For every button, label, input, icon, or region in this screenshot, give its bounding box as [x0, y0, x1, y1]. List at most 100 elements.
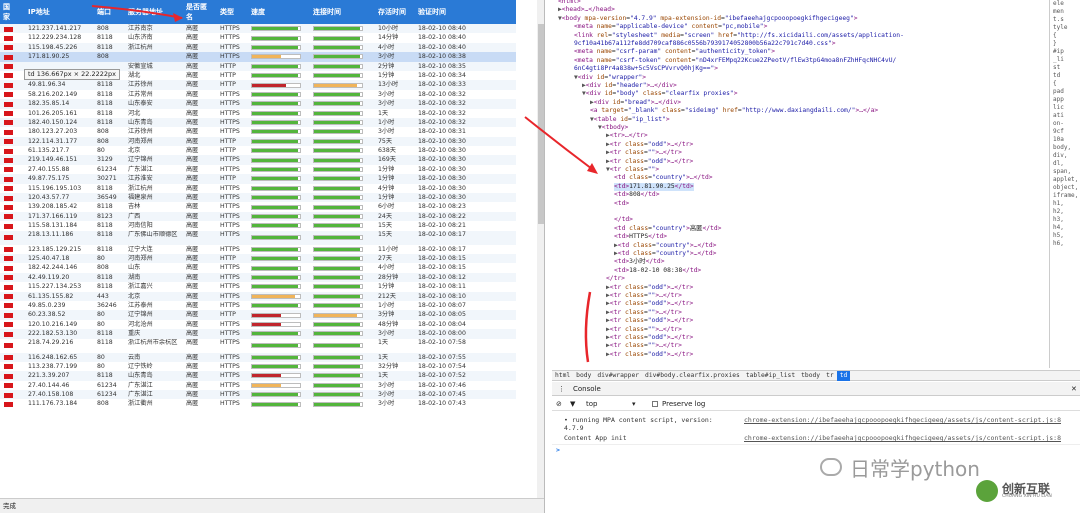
breadcrumb-item[interactable]: td — [836, 371, 851, 381]
cell-location[interactable]: 广东湛江 — [128, 165, 184, 174]
dom-node-line[interactable]: ▶<td class="country">…</td> — [614, 242, 716, 250]
dom-node-line[interactable]: <td>18-02-10 08:38</td> — [614, 267, 701, 275]
dom-node-line[interactable]: ▶<tr class="odd">…</tr> — [606, 300, 693, 308]
breadcrumb-item[interactable]: table#ip_list — [743, 371, 798, 381]
cell-location[interactable]: 河南郑州 — [128, 254, 184, 263]
dom-node-line[interactable]: ▶<div id="bread">…</div> — [590, 99, 681, 107]
cell-location[interactable]: 河北沧州 — [128, 320, 184, 329]
dom-node-line[interactable]: ▶<tr class="odd">…</tr> — [606, 284, 693, 292]
scrollbar-thumb[interactable] — [538, 24, 544, 224]
dom-node-line[interactable]: ▶<tr class="odd">…</tr> — [606, 141, 693, 149]
dom-node-line[interactable]: <a target="_blank" class="sideimg" href=… — [590, 107, 878, 115]
dom-node-line[interactable]: ▼<div id="body" class="clearfix proxies"… — [582, 90, 738, 98]
cell-location[interactable]: 浙江杭州市余杭区 — [128, 339, 184, 346]
cell-location[interactable]: 浙江杭州 — [128, 184, 184, 193]
dom-node-line[interactable]: <td>808</td> — [614, 191, 660, 199]
dom-node-line[interactable]: <meta name="csrf-param" content="authent… — [574, 48, 775, 56]
cell-location[interactable]: 山东青岛 — [128, 118, 184, 127]
breadcrumb-item[interactable]: div#wrapper — [594, 371, 642, 381]
cell-location[interactable]: 山东泰安 — [128, 99, 184, 108]
dom-node-line[interactable]: ▶<tr class="odd">…</tr> — [606, 351, 693, 359]
console-prompt[interactable]: > — [556, 446, 560, 454]
filter-icon[interactable]: ▼ — [570, 397, 575, 411]
clear-console-icon[interactable]: ⊘ — [556, 397, 562, 411]
dom-node-line[interactable]: <td> — [614, 200, 629, 208]
cell-location[interactable]: 江苏泰州 — [128, 301, 184, 310]
cell-location[interactable]: 广东佛山市顺德区 — [128, 231, 184, 238]
tab-console[interactable]: Console — [570, 382, 604, 396]
cell-location[interactable]: 河南郑州 — [128, 137, 184, 146]
dom-node-line[interactable]: <meta name="applicable-device" content="… — [574, 23, 767, 31]
cell-location[interactable]: 广东湛江 — [128, 381, 184, 390]
dom-node-line[interactable]: 9cf10a41b67a112fe8dd709caf886c0556b79391… — [574, 40, 836, 48]
dom-node-line[interactable]: ▶<tr class="odd">…</tr> — [606, 158, 693, 166]
cell-location[interactable]: 江苏淮安 — [128, 174, 184, 183]
cell-location[interactable]: 江苏常州 — [128, 90, 184, 99]
console-source-link[interactable]: chrome-extension://ibefaeehajgcpooopoegk… — [744, 434, 1061, 442]
dom-node-line[interactable]: ▶<tr class="">…</tr> — [606, 342, 682, 350]
console-source-link[interactable]: chrome-extension://ibefaeehajgcpooopoegk… — [744, 416, 1061, 424]
dom-node-line[interactable]: ▶<tr class="odd">…</tr> — [606, 334, 693, 342]
context-select[interactable]: top — [586, 397, 597, 411]
cell-location[interactable]: 湖北 — [128, 71, 184, 80]
cell-location[interactable]: 河北 — [128, 109, 184, 118]
cell-location[interactable]: 山东青岛 — [128, 371, 184, 380]
cell-location[interactable]: 江苏徐州 — [128, 80, 184, 89]
dom-node-line[interactable]: </tr> — [606, 275, 625, 283]
dom-node-line[interactable]: ▼<div id="wrapper"> — [574, 74, 646, 82]
breadcrumb-item[interactable]: html — [552, 371, 573, 381]
dom-node-line[interactable]: ▶<tr class="">…</tr> — [606, 149, 682, 157]
dom-node-line[interactable]: <td>3小时</td> — [614, 258, 665, 266]
dom-node-line[interactable]: ▶<tr class="">…</tr> — [606, 292, 682, 300]
chevron-down-icon[interactable]: ▾ — [632, 397, 636, 411]
dom-node-line[interactable]: ▼<body mpa-version="4.7.9" mpa-extension… — [558, 15, 858, 23]
cell-location[interactable]: 浙江衢州 — [128, 399, 184, 408]
dom-node-line[interactable]: <meta name="csrf-token" content="nD4xrFE… — [574, 57, 896, 65]
cell-location[interactable]: 江苏徐州 — [128, 127, 184, 136]
dom-node-line[interactable]: <td>171.81.90.25</td> — [614, 182, 694, 192]
cell-location[interactable]: 吉林 — [128, 202, 184, 211]
cell-location[interactable]: 辽宁锦州 — [128, 155, 184, 164]
cell-location[interactable]: 北京 — [128, 146, 184, 155]
page-scrollbar[interactable] — [537, 0, 544, 498]
breadcrumb-item[interactable]: tr — [823, 371, 837, 381]
cell-location[interactable]: 浙江嘉兴 — [128, 282, 184, 291]
cell-location[interactable]: 重庆 — [128, 329, 184, 338]
cell-location[interactable]: 辽宁铁岭 — [128, 362, 184, 371]
preserve-log-checkbox[interactable] — [652, 401, 658, 407]
cell-location[interactable]: 江苏南京 — [128, 24, 184, 33]
dom-node-line[interactable]: ▼<tbody> — [598, 124, 628, 132]
dom-node-line[interactable]: ▶<tr class="">…</tr> — [606, 309, 682, 317]
dom-node-line[interactable]: 6nC4gti8Pr4a838w+5c5VsCPVvrvQ0hjKg=="> — [574, 65, 718, 73]
dom-node-line[interactable]: </td> — [614, 216, 633, 224]
dom-node-line[interactable]: <td class="country">…</td> — [614, 174, 713, 182]
dom-node-line[interactable]: <td class="country">高匿</td> — [614, 225, 721, 233]
dom-node-line[interactable]: ▶<tr class="odd">…</tr> — [606, 317, 693, 325]
close-icon[interactable]: ✕ — [1071, 382, 1077, 396]
dom-node-line[interactable]: ▶<head>…</head> — [558, 6, 615, 14]
cell-location[interactable]: 山东济南 — [128, 33, 184, 42]
dom-node-line[interactable]: ▶<tr>…</tr> — [606, 132, 648, 140]
cell-location[interactable]: 安徽宣城 — [128, 62, 184, 71]
kebab-menu-icon[interactable]: ⋮ — [558, 382, 565, 396]
dom-node-line[interactable]: ▶<tr class="">…</tr> — [606, 326, 682, 334]
dom-node-line[interactable]: ▼<table id="ip_list"> — [590, 116, 670, 124]
dom-node-line[interactable]: <link rel="stylesheet" media="screen" hr… — [574, 32, 904, 40]
dom-node-line[interactable]: ▶<div id="header">…</div> — [582, 82, 677, 90]
breadcrumb-item[interactable]: body — [573, 371, 594, 381]
dom-node-line[interactable]: ▼<tr class=""> — [606, 166, 659, 174]
cell-location[interactable]: 广西 — [128, 212, 184, 221]
cell-location[interactable]: 辽宁大连 — [128, 245, 184, 254]
breadcrumb-item[interactable]: div#body.clearfix.proxies — [642, 371, 743, 381]
cell-location[interactable]: 福建泉州 — [128, 193, 184, 202]
breadcrumb-item[interactable]: tbody — [798, 371, 823, 381]
dom-node-line[interactable]: <td>HTTPS</td> — [614, 233, 667, 241]
cell-location[interactable]: 湖南 — [128, 273, 184, 282]
cell-location[interactable]: 广东湛江 — [128, 390, 184, 399]
cell-location[interactable]: 北京 — [128, 292, 184, 301]
cell-location[interactable]: 河南信阳 — [128, 221, 184, 230]
cell-location[interactable]: 山东 — [128, 263, 184, 272]
cell-location[interactable]: 辽宁锦州 — [128, 310, 184, 319]
cell-location[interactable]: 浙江杭州 — [128, 43, 184, 52]
cell-location[interactable]: 云南 — [128, 353, 184, 362]
